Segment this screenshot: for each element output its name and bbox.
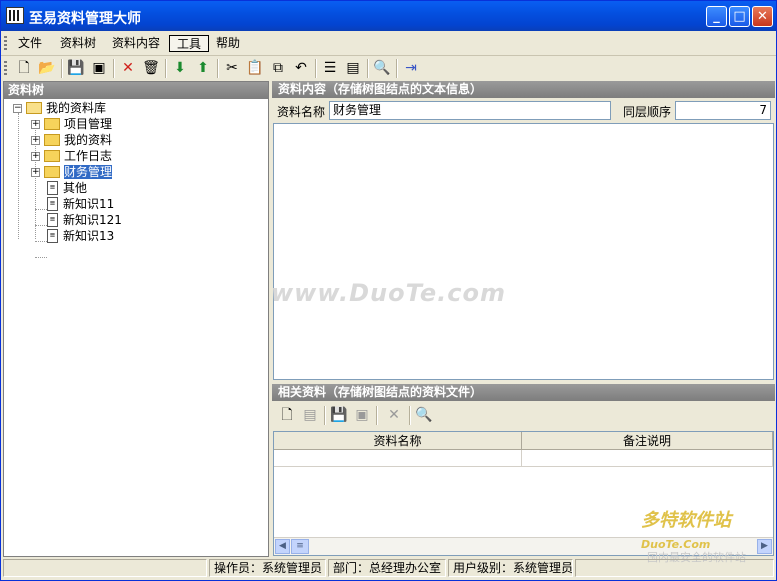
tree-folder-label: 工作日志 [64,149,113,163]
tree-folder-projects[interactable]: 项目管理 [44,116,112,132]
title-bar: 至易资料管理大师 _ □ ✕ [1,1,776,31]
menu-tree[interactable]: 资料树 [57,35,99,52]
move-up-icon[interactable]: ⬆ [194,59,212,77]
menubar-grip[interactable] [4,36,7,50]
new-file-icon[interactable]: 🗋 [278,406,296,424]
list-icon[interactable]: ☰ [321,59,339,77]
folder-icon [44,165,60,178]
watermark-logo-text: 多特软件站 [641,510,731,531]
document-icon: ≡ [47,212,58,227]
content-fields: 资料名称 财务管理 同层顺序 7 [272,100,775,122]
minimize-button[interactable]: _ [706,6,727,27]
tree-pane-title: 资料树 [4,82,268,99]
open-folder-icon[interactable]: 📂 [38,59,56,77]
open-folder-icon [26,101,42,114]
name-label: 资料名称 [277,105,326,119]
tree-doc-other[interactable]: ≡ 其他 [47,180,87,196]
menu-file[interactable]: 文件 [15,35,45,52]
status-user-level: 用户级别：系统管理员 [448,559,573,577]
tree-root-label: 我的资料库 [46,101,107,115]
image-icon[interactable]: ▤ [344,59,362,77]
tree-doc-knowledge-13[interactable]: ≡ 新知识13 [47,228,114,244]
content-panel: 资料内容（存储树图结点的文本信息） 资料名称 财务管理 同层顺序 7 [272,81,775,381]
save-all-icon[interactable]: ▣ [353,406,371,424]
delete-icon[interactable]: ✕ [119,59,137,77]
close-button[interactable]: ✕ [752,6,773,27]
move-down-icon[interactable]: ⬇ [171,59,189,77]
name-input[interactable]: 财务管理 [329,101,611,120]
related-toolbar: 🗋 ▤ 💾 ▣ ✕ 🔍 [272,403,775,428]
tree-folder-label-selected: 财务管理 [64,165,113,179]
save-all-icon[interactable]: ▣ [90,59,108,77]
related-panel-title: 相关资料（存储树图结点的资料文件） [272,384,775,401]
tree-doc-knowledge-121[interactable]: ≡ 新知识121 [47,212,122,228]
watermark-text: www.DuoTe.com [271,279,506,307]
trash-icon[interactable]: 🗑 [142,59,160,77]
exit-icon[interactable]: ⇥ [402,59,420,77]
scroll-thumb[interactable]: ≡ [291,539,309,554]
expand-toggle[interactable]: + [31,136,40,145]
status-bar: 操作员：系统管理员 部门：总经理办公室 用户级别：系统管理员 [3,558,774,579]
expand-toggle[interactable]: + [31,152,40,161]
scroll-left-icon[interactable]: ◀ [275,539,290,554]
document-icon: ≡ [47,196,58,211]
folder-icon [44,149,60,162]
tree-doc-label: 新知识11 [63,197,115,211]
tree-folder-work-log[interactable]: 工作日志 [44,148,112,164]
document-icon: ≡ [47,180,58,195]
folder-icon [44,117,60,130]
tree-folder-label: 项目管理 [64,117,113,131]
order-input[interactable]: 7 [675,101,771,120]
app-icon [6,7,24,24]
preview-icon[interactable]: 🔍 [373,59,391,77]
column-header-name[interactable]: 资料名称 [274,432,522,450]
menu-bar: 文件 资料树 资料内容 工具 帮助 [1,31,776,56]
document-icon: ≡ [47,228,58,243]
table-row-cell[interactable] [522,450,773,467]
tree-doc-label: 其他 [63,181,88,195]
copy-icon[interactable]: ⧉ [269,59,287,77]
toolbar-grip[interactable] [4,61,7,75]
new-file-icon[interactable]: 🗋 [15,59,33,77]
tree-folder-finance[interactable]: 财务管理 [44,164,113,180]
tree-folder-label: 我的资料 [64,133,113,147]
status-empty-cell [3,559,207,577]
tree-doc-knowledge-11[interactable]: ≡ 新知识11 [47,196,114,212]
watermark-logo: 多特软件站 DuoTe.Com [641,506,731,553]
maximize-button[interactable]: □ [729,6,750,27]
tree-folder-my-data[interactable]: 我的资料 [44,132,112,148]
content-text-area[interactable] [273,123,774,380]
edit-file-icon[interactable]: ▤ [301,406,319,424]
paste-icon[interactable]: 📋 [246,59,264,77]
delete-icon[interactable]: ✕ [385,406,403,424]
app-window: 至易资料管理大师 _ □ ✕ 文件 资料树 资料内容 工具 帮助 🗋 📂 💾 ▣… [0,0,777,581]
preview-icon[interactable]: 🔍 [415,406,433,424]
expand-toggle[interactable]: + [31,168,40,177]
content-panel-title: 资料内容（存储树图结点的文本信息） [272,81,775,98]
undo-icon[interactable]: ↶ [292,59,310,77]
cut-icon[interactable]: ✂ [223,59,241,77]
expand-toggle[interactable]: + [31,120,40,129]
main-toolbar: 🗋 📂 💾 ▣ ✕ 🗑 ⬇ ⬆ ✂ 📋 ⧉ ↶ ☰ ▤ 🔍 ⇥ [1,56,776,81]
status-department: 部门：总经理办公室 [328,559,446,577]
scroll-right-icon[interactable]: ▶ [757,539,772,554]
save-icon[interactable]: 💾 [330,406,348,424]
order-label: 同层顺序 [623,105,672,119]
status-extra-cell [575,559,774,577]
menu-help[interactable]: 帮助 [213,35,243,52]
tree-pane: 资料树 − 我的资料库 + 项目管理 + 我的资料 + 工作日志 + 财务管理 … [3,81,269,557]
table-row-cell[interactable] [274,450,522,467]
column-header-remark[interactable]: 备注说明 [522,432,773,450]
menu-tools[interactable]: 工具 [169,35,209,52]
status-operator: 操作员：系统管理员 [209,559,326,577]
menu-content[interactable]: 资料内容 [109,35,163,52]
tree-doc-label: 新知识121 [63,213,122,227]
tree-doc-label: 新知识13 [63,229,115,243]
save-icon[interactable]: 💾 [67,59,85,77]
window-title: 至易资料管理大师 [29,11,141,27]
tree-root[interactable]: 我的资料库 [26,100,106,116]
collapse-root-toggle[interactable]: − [13,104,22,113]
folder-icon [44,133,60,146]
